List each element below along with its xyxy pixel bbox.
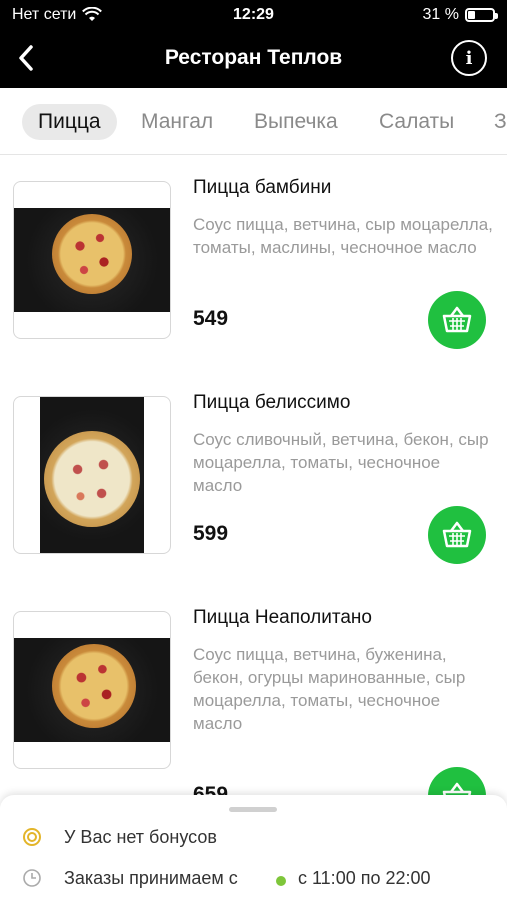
item-name: Пицца белиссимо xyxy=(193,392,351,413)
basket-icon xyxy=(442,521,472,548)
battery-icon xyxy=(465,8,498,22)
navbar: Ресторан Теплов i xyxy=(0,30,507,88)
sheet-drag-handle[interactable] xyxy=(229,807,277,812)
page-title: Ресторан Теплов xyxy=(164,46,343,69)
bonus-row: У Вас нет бонусов xyxy=(0,823,507,853)
hours-row: Заказы принимаем с с 11:00 по 22:00 xyxy=(0,864,507,894)
tab-salads[interactable]: Салаты xyxy=(379,104,454,140)
tab-grill[interactable]: Мангал xyxy=(141,104,213,140)
header: Нет сети 12:29 31 % Ресторан Теплов i xyxy=(0,0,507,88)
add-to-cart-button[interactable] xyxy=(428,506,486,564)
info-bottom-sheet[interactable]: У Вас нет бонусов Заказы принимаем с с 1… xyxy=(0,795,507,900)
battery-percent: 31 % xyxy=(422,6,459,23)
menu-item[interactable]: Пицца Неаполитано Соус пицца, ветчина, б… xyxy=(0,607,507,825)
info-button[interactable]: i xyxy=(451,40,487,76)
tab-pizza[interactable]: Пицца xyxy=(22,104,117,140)
item-price: 549 xyxy=(193,307,229,330)
item-description: Соус сливочный, ветчина, бекон, сыр моца… xyxy=(193,430,489,495)
item-description: Соус пицца, ветчина, буженина, бекон, ог… xyxy=(193,645,466,733)
item-name: Пицца бамбини xyxy=(193,177,332,198)
item-image xyxy=(13,181,171,339)
menu-item[interactable]: Пицца белиссимо Соус сливочный, ветчина,… xyxy=(0,392,507,586)
item-name: Пицца Неаполитано xyxy=(193,607,372,628)
clock-icon xyxy=(23,869,41,887)
menu-item[interactable]: Пицца бамбини Соус пицца, ветчина, сыр м… xyxy=(0,177,507,371)
item-image xyxy=(13,611,171,769)
item-description: Соус пицца, ветчина, сыр моцарелла, тома… xyxy=(193,215,493,257)
add-to-cart-button[interactable] xyxy=(428,291,486,349)
open-status-dot xyxy=(276,876,286,886)
bonus-text: У Вас нет бонусов xyxy=(64,827,217,847)
basket-icon xyxy=(442,306,472,333)
bonus-coin-icon xyxy=(23,828,41,846)
tab-more[interactable]: З xyxy=(494,104,507,140)
category-tabs: Пицца Мангал Выпечка Салаты З xyxy=(0,88,507,155)
tab-bakery[interactable]: Выпечка xyxy=(254,104,338,140)
item-price: 599 xyxy=(193,522,229,545)
item-image xyxy=(13,396,171,554)
orders-text: Заказы принимаем с xyxy=(64,868,238,888)
working-hours: с 11:00 по 22:00 xyxy=(298,868,431,888)
info-icon: i xyxy=(465,47,473,69)
status-bar: Нет сети 12:29 31 % xyxy=(0,0,507,30)
